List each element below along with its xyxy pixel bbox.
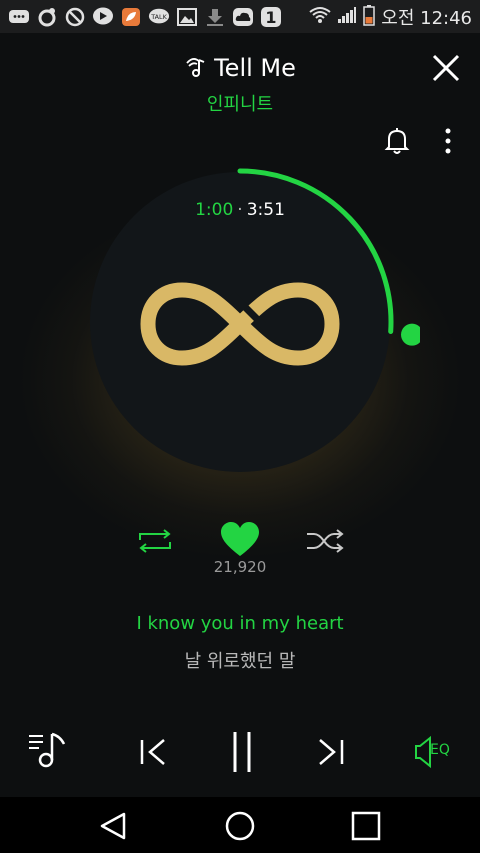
pause-button[interactable]	[224, 728, 260, 776]
previous-button[interactable]	[134, 732, 174, 772]
wifi-icon	[309, 6, 331, 28]
leaf-icon	[120, 6, 142, 28]
playlist-icon	[29, 732, 66, 768]
repeat-icon	[139, 529, 171, 553]
battery-icon	[363, 4, 376, 30]
home-circle-icon	[225, 811, 255, 841]
cloud-icon	[232, 6, 254, 28]
song-title-row: Tell Me	[0, 48, 480, 88]
talk-icon: TALK	[148, 6, 170, 28]
skip-next-icon	[319, 739, 344, 765]
lyric-current-line[interactable]: I know you in my heart	[0, 613, 480, 634]
artist-name[interactable]: 인피니트	[0, 90, 480, 116]
recent-square-icon	[351, 811, 381, 841]
download-icon	[204, 6, 226, 28]
more-options-button[interactable]	[440, 126, 456, 156]
pause-icon	[233, 732, 251, 772]
shuffle-icon	[307, 529, 344, 553]
play-store-icon	[92, 6, 114, 28]
nav-back-button[interactable]	[98, 811, 130, 841]
like-button[interactable]	[219, 520, 261, 560]
playlist-button[interactable]	[26, 728, 70, 772]
block-icon	[64, 6, 86, 28]
clock: 오전 12:46	[381, 7, 472, 29]
music-note-icon	[184, 54, 208, 82]
close-button[interactable]	[430, 52, 462, 84]
heart-icon	[221, 522, 259, 556]
nav-recent-apps-button[interactable]	[351, 811, 381, 841]
status-bar: TALK 1 오전 12:46	[0, 0, 480, 33]
time-separator: ·	[237, 200, 243, 220]
loop-icon	[36, 6, 58, 28]
svg-text:TALK: TALK	[150, 12, 167, 20]
eq-label: EQ	[430, 742, 450, 758]
progress-knob[interactable]	[401, 323, 423, 346]
current-time: 1:00	[195, 200, 234, 220]
back-triangle-icon	[100, 812, 126, 840]
shuffle-button[interactable]	[304, 526, 346, 556]
svg-text:1: 1	[265, 8, 276, 27]
lyric-next-line[interactable]: 날 위로했던 말	[0, 647, 480, 673]
signal-icon	[337, 6, 357, 28]
chat-icon	[8, 6, 30, 28]
repeat-button[interactable]	[135, 526, 175, 556]
skip-previous-icon	[140, 739, 165, 765]
song-title: Tell Me	[214, 54, 296, 82]
nav-home-button[interactable]	[224, 810, 256, 842]
image-icon	[176, 6, 198, 28]
next-button[interactable]	[310, 732, 350, 772]
playback-time: 1:00 · 3:51	[0, 200, 480, 220]
total-time: 3:51	[246, 200, 285, 220]
more-vertical-icon	[445, 128, 451, 154]
close-icon	[432, 54, 460, 82]
number-icon: 1	[260, 6, 282, 28]
like-count: 21,920	[213, 558, 267, 576]
album-disc[interactable]	[60, 142, 423, 502]
